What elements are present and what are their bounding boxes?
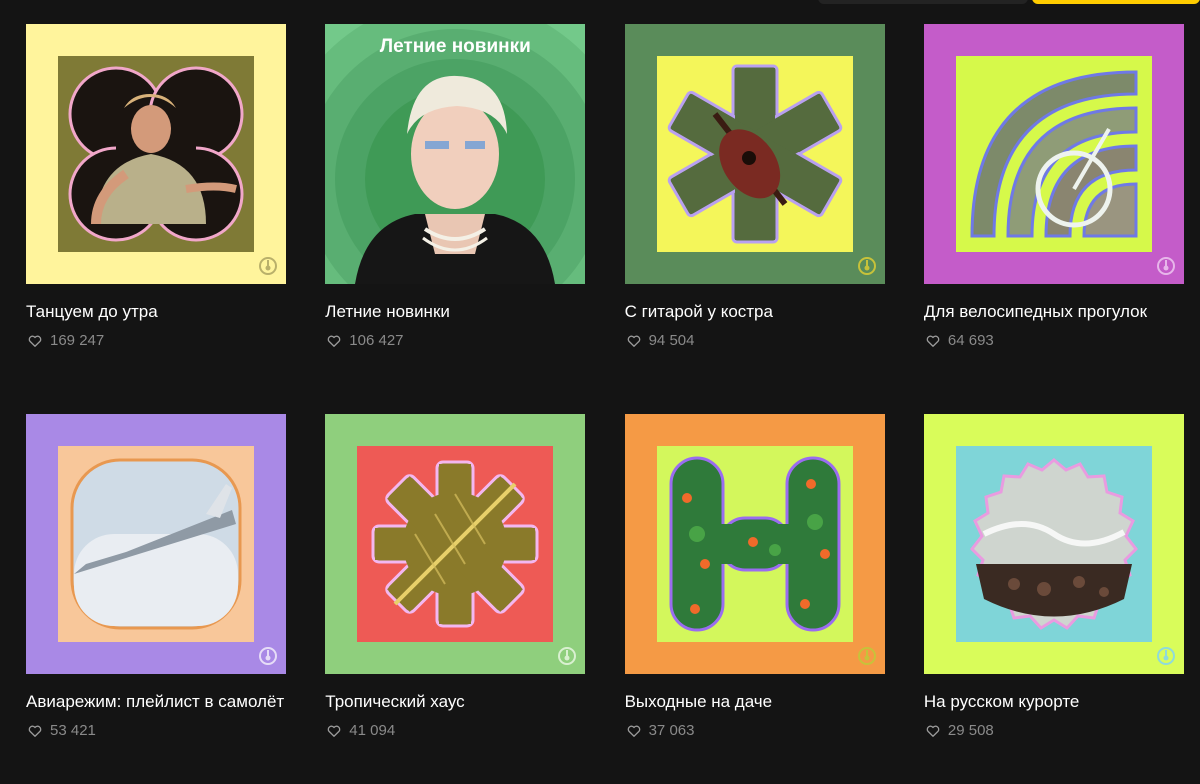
yandex-music-icon	[857, 257, 876, 275]
playlist-title[interactable]: На русском курорте	[924, 690, 1184, 714]
likes-count: 106 427	[325, 332, 585, 350]
yandex-music-icon	[1156, 647, 1175, 665]
yandex-music-icon	[259, 257, 277, 275]
playlist-title[interactable]: Авиарежим: плейлист в самолёт	[26, 690, 286, 714]
likes-value: 106 427	[349, 332, 404, 349]
playlist-title[interactable]: Летние новинки	[325, 300, 585, 324]
playlist-card[interactable]: Для велосипедных прогулок 64 693	[923, 24, 1184, 414]
likes-count: 37 063	[625, 722, 885, 740]
heart-icon[interactable]	[627, 334, 641, 348]
accent-button-edge[interactable]	[1032, 0, 1200, 4]
playlist-cover[interactable]	[923, 24, 1184, 284]
playlist-cover[interactable]	[325, 414, 586, 674]
playlist-cover[interactable]	[923, 414, 1184, 674]
heart-icon[interactable]	[327, 724, 341, 738]
heart-icon[interactable]	[28, 334, 42, 348]
heart-icon[interactable]	[627, 724, 641, 738]
likes-count: 29 508	[924, 722, 1184, 740]
top-bar-edge	[818, 0, 1200, 6]
search-field-edge[interactable]	[818, 0, 1028, 4]
playlist-title[interactable]: Выходные на даче	[625, 690, 885, 714]
playlist-card[interactable]: Танцуем до утра 169 247	[26, 24, 286, 414]
yandex-music-icon	[857, 647, 876, 665]
playlist-card[interactable]: Выходные на даче 37 063	[624, 414, 885, 784]
heart-icon[interactable]	[28, 724, 42, 738]
heart-icon[interactable]	[926, 724, 940, 738]
playlist-cover[interactable]	[26, 414, 286, 674]
playlist-card[interactable]: Летние новинки Летние новинки 106 427	[325, 24, 586, 414]
likes-value: 37 063	[648, 722, 695, 739]
playlist-cover[interactable]	[624, 414, 885, 674]
yandex-music-icon	[558, 647, 577, 665]
heart-icon[interactable]	[926, 334, 940, 348]
likes-value: 94 504	[648, 332, 695, 349]
playlist-card[interactable]: С гитарой у костра 94 504	[624, 24, 885, 414]
likes-value: 41 094	[349, 722, 396, 739]
likes-value: 29 508	[947, 722, 994, 739]
likes-count: 169 247	[26, 332, 286, 350]
cover-label: Летние новинки	[379, 36, 531, 57]
heart-icon[interactable]	[327, 334, 341, 348]
playlist-title[interactable]: Танцуем до утра	[26, 300, 286, 324]
playlist-card[interactable]: Авиарежим: плейлист в самолёт 53 421	[26, 414, 286, 784]
likes-count: 64 693	[924, 332, 1184, 350]
playlist-card[interactable]: Тропический хаус 41 094	[325, 414, 586, 784]
likes-value: 64 693	[947, 332, 994, 349]
likes-count: 41 094	[325, 722, 585, 740]
playlist-title[interactable]: Для велосипедных прогулок	[924, 300, 1184, 324]
yandex-music-icon	[1156, 257, 1175, 275]
playlist-title[interactable]: С гитарой у костра	[625, 300, 885, 324]
playlist-card[interactable]: На русском курорте 29 508	[923, 414, 1184, 784]
likes-count: 94 504	[625, 332, 885, 350]
playlist-title[interactable]: Тропический хаус	[325, 690, 585, 714]
likes-count: 53 421	[26, 722, 286, 740]
yandex-music-icon	[259, 647, 277, 665]
playlist-grid: Танцуем до утра 169 247 Летние новинки Л…	[26, 24, 1184, 784]
playlist-cover[interactable]	[26, 24, 286, 284]
playlist-cover[interactable]	[624, 24, 885, 284]
likes-value: 169 247	[50, 332, 105, 349]
likes-value: 53 421	[50, 722, 96, 739]
playlist-cover[interactable]: Летние новинки	[325, 24, 586, 284]
